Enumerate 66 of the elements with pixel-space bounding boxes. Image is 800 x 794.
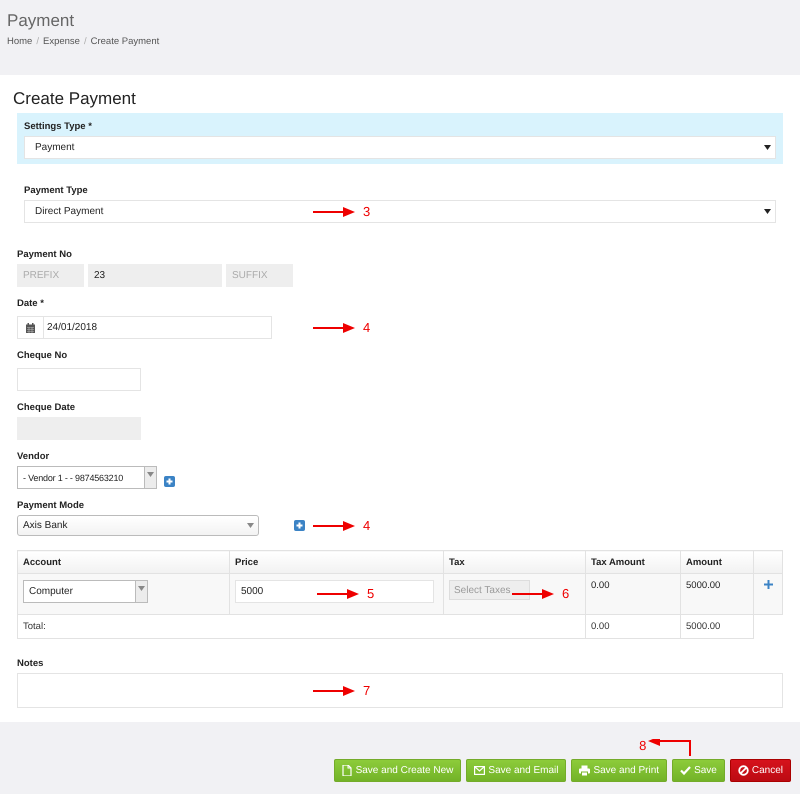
- annotation-arrow: [317, 589, 359, 599]
- page-title: Payment: [7, 10, 76, 32]
- breadcrumb-separator: /: [84, 36, 87, 47]
- field-label: Settings Type *: [24, 120, 93, 133]
- tax-select: Select Taxes: [449, 580, 530, 600]
- annotation-arrow: [313, 322, 355, 332]
- table-cell: Total:: [18, 614, 586, 638]
- column-header: Account: [18, 550, 230, 574]
- table-cell: 0.00: [586, 574, 680, 614]
- caret-icon: [247, 523, 254, 528]
- select-field[interactable]: Axis Bank: [17, 515, 259, 536]
- column-header: Tax: [444, 550, 586, 574]
- annotation-number: 5: [367, 587, 374, 601]
- annotation-number: 8: [639, 739, 646, 753]
- field-label: Payment Mode: [17, 499, 86, 512]
- column-header: Price: [230, 550, 444, 574]
- envelope-icon: [474, 765, 486, 776]
- select-field[interactable]: - Vendor 1 - - 9874563210: [17, 466, 157, 489]
- text-field[interactable]: [17, 368, 141, 391]
- field-label: Notes: [17, 657, 44, 670]
- printer-icon: [579, 765, 590, 776]
- text-field: SUFFIX: [226, 264, 293, 287]
- check-icon: [680, 765, 692, 776]
- plus-icon: [294, 520, 305, 531]
- annotation-arrow: [313, 520, 355, 530]
- annotation-number: 6: [562, 587, 570, 601]
- table-cell: 0.00: [586, 614, 680, 638]
- table-cell: 5000.00: [680, 614, 754, 638]
- field-label: Vendor: [17, 450, 50, 463]
- plus-icon: [164, 476, 175, 487]
- breadcrumb-separator: /: [36, 36, 39, 47]
- caret-icon: [147, 472, 154, 477]
- text-field: PREFIX: [17, 264, 84, 287]
- add-icon: [764, 580, 772, 589]
- caret-icon: [764, 209, 771, 214]
- annotation-number: 7: [363, 684, 370, 698]
- breadcrumb-link[interactable]: Expense: [42, 36, 80, 47]
- annotation-number: 4: [363, 320, 370, 334]
- text-field: 23: [88, 264, 222, 287]
- form-title: Create Payment: [13, 88, 137, 110]
- annotation-number: 3: [363, 204, 370, 218]
- field-label: Cheque Date: [17, 401, 76, 414]
- field-label: Cheque No: [17, 349, 68, 362]
- breadcrumb-link[interactable]: Home: [7, 36, 32, 47]
- caret-icon: [138, 586, 145, 591]
- column-header: Tax Amount: [586, 550, 680, 574]
- notes-field[interactable]: [17, 673, 783, 708]
- table-cell: 5000.00: [680, 574, 754, 614]
- caret-icon: [764, 145, 771, 150]
- annotation-number: 4: [363, 518, 370, 532]
- annotation-arrow: [648, 739, 692, 756]
- field-label: Payment Type: [24, 184, 89, 197]
- breadcrumb-link[interactable]: Create Payment: [90, 36, 160, 47]
- field-label: Date *: [17, 297, 45, 310]
- column-header: Amount: [680, 550, 754, 574]
- field-label: Payment No: [17, 248, 73, 261]
- annotation-arrow: [512, 589, 554, 599]
- select-field[interactable]: Computer: [23, 580, 148, 603]
- ban-icon: [738, 765, 749, 776]
- date-field[interactable]: 24/01/2018: [44, 316, 272, 339]
- action-button[interactable]: Cancel: [730, 759, 791, 782]
- annotation-arrow: [313, 686, 355, 696]
- file-icon: [342, 765, 353, 776]
- calendar-icon: [26, 322, 35, 332]
- annotation-arrow: [313, 206, 355, 216]
- select-field[interactable]: Payment: [24, 136, 776, 159]
